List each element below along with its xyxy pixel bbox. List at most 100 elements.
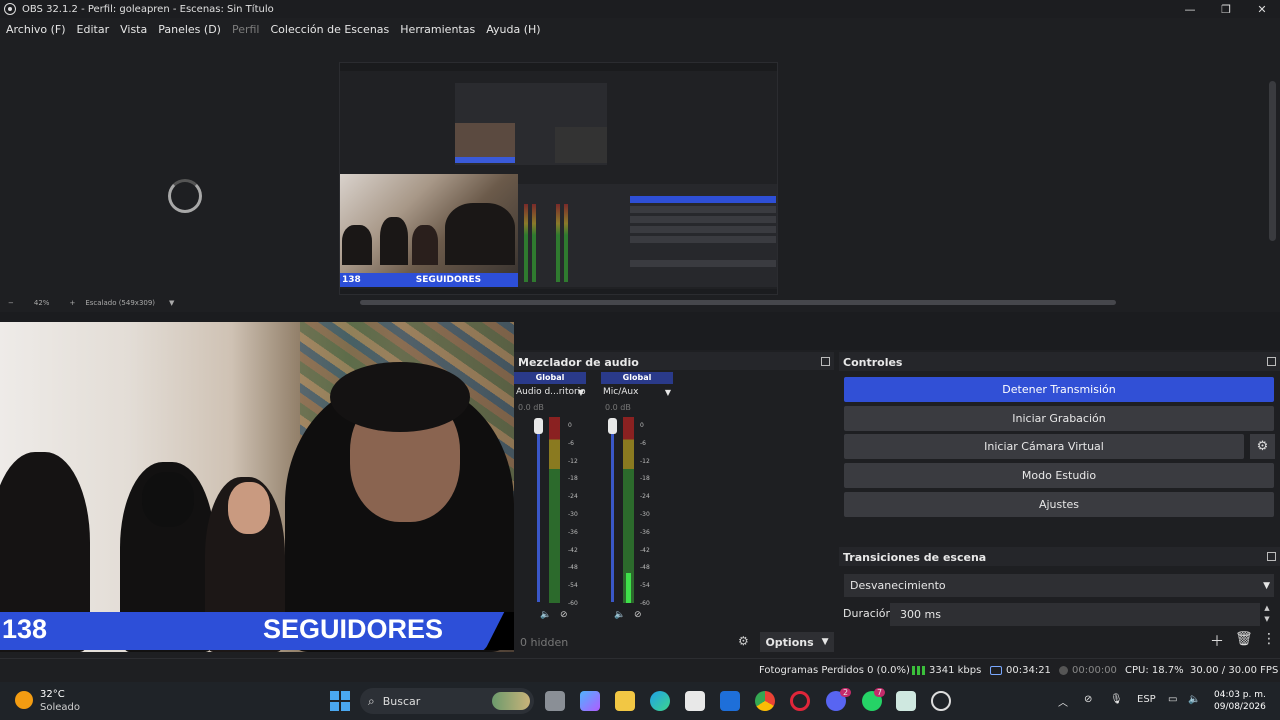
obs-taskbar-icon[interactable] bbox=[931, 691, 951, 711]
language-indicator[interactable]: ESP bbox=[1137, 694, 1156, 705]
remove-transition-icon[interactable]: 🗑 bbox=[1235, 631, 1253, 647]
obs-logo-icon bbox=[4, 3, 16, 15]
volume-slider-desktop[interactable] bbox=[537, 420, 540, 602]
store-icon[interactable] bbox=[685, 691, 705, 711]
clock-time: 04:03 p. m. bbox=[1214, 690, 1266, 700]
menu-tools[interactable]: Herramientas bbox=[400, 23, 475, 36]
file-explorer-icon[interactable] bbox=[615, 691, 635, 711]
channel-dropdown-icon[interactable]: ▼ bbox=[665, 388, 671, 397]
scrollbar-thumb[interactable] bbox=[1269, 81, 1276, 241]
window-title: OBS 32.1.2 - Perfil: goleapren - Escenas… bbox=[22, 3, 274, 15]
nested-follower-label: SEGUIDORES bbox=[415, 275, 482, 285]
microphone-icon[interactable]: 🎙 bbox=[1110, 694, 1123, 705]
monitor-off-icon[interactable]: ⊘ bbox=[634, 610, 642, 620]
meter-tick: -48 bbox=[568, 564, 578, 572]
channel-name[interactable]: Audio d...ritorio ▼ bbox=[514, 387, 586, 397]
transition-select[interactable]: Desvanecimiento ▼ bbox=[844, 574, 1274, 597]
volume-icon[interactable]: 🔈 bbox=[1188, 694, 1200, 705]
nested-meter bbox=[532, 204, 536, 282]
notepad-icon[interactable] bbox=[896, 691, 916, 711]
meter-tick: -12 bbox=[568, 457, 578, 465]
undock-icon[interactable] bbox=[1267, 552, 1276, 561]
add-transition-icon[interactable]: ＋ bbox=[1210, 631, 1224, 651]
record-timer: 00:00:00 bbox=[1059, 665, 1117, 676]
meter-tick: -36 bbox=[640, 528, 650, 536]
settings-button[interactable]: Ajustes bbox=[844, 492, 1274, 517]
stepper-down-icon[interactable]: ▼ bbox=[1260, 614, 1274, 625]
zoom-out-button[interactable]: − bbox=[8, 299, 14, 307]
preview-horizontal-scrollbar[interactable] bbox=[360, 300, 1116, 305]
discord-badge: 2 bbox=[840, 688, 852, 697]
volume-knob-desktop[interactable] bbox=[534, 418, 543, 434]
menu-profile[interactable]: Perfil bbox=[232, 23, 260, 36]
maximize-button[interactable]: ❐ bbox=[1208, 0, 1244, 18]
menu-docks[interactable]: Paneles (D) bbox=[158, 23, 221, 36]
monitor-icon[interactable]: ▭ bbox=[1168, 694, 1177, 705]
start-recording-button[interactable]: Iniciar Grabación bbox=[844, 406, 1274, 431]
speaker-icon[interactable]: 🔈 bbox=[540, 610, 551, 620]
volume-knob-mic[interactable] bbox=[608, 418, 617, 434]
task-view-icon[interactable] bbox=[545, 691, 565, 711]
meter-tick: -36 bbox=[568, 528, 578, 536]
virtual-camera-settings-gear-icon[interactable]: ⚙ bbox=[1250, 434, 1275, 459]
channel-dropdown-icon[interactable]: ▼ bbox=[578, 388, 584, 397]
meter-tick: -24 bbox=[568, 493, 578, 501]
undock-icon[interactable] bbox=[821, 357, 830, 366]
nested-person bbox=[412, 225, 438, 265]
windows-start-icon[interactable] bbox=[330, 691, 350, 711]
stepper-up-icon[interactable]: ▲ bbox=[1260, 603, 1274, 614]
preview-vertical-scrollbar[interactable] bbox=[1266, 41, 1280, 296]
weather-temperature[interactable]: 32°C bbox=[40, 689, 65, 700]
sun-weather-icon[interactable] bbox=[15, 691, 33, 709]
monitor-off-icon[interactable]: ⊘ bbox=[560, 610, 568, 620]
minimize-button[interactable]: — bbox=[1172, 0, 1208, 18]
chrome-icon[interactable] bbox=[755, 691, 775, 711]
copilot-icon[interactable] bbox=[580, 691, 600, 711]
meter-scale: 0 -6 -12 -18 -24 -30 -36 -42 -48 -54 -60 bbox=[568, 417, 578, 613]
undock-icon[interactable] bbox=[1267, 357, 1276, 366]
options-label: Options bbox=[765, 635, 814, 649]
zoom-in-button[interactable]: + bbox=[69, 299, 75, 307]
live-stream-icon bbox=[990, 665, 1002, 675]
hidden-sources-count[interactable]: 0 hidden bbox=[520, 636, 568, 649]
mixer-channel-mic: Global Mic/Aux ▼ 0.0 dB bbox=[601, 372, 673, 412]
network-off-icon[interactable]: ⊘ bbox=[1084, 694, 1092, 705]
stream-time-value: 00:34:21 bbox=[1006, 665, 1051, 676]
taskbar-clock[interactable]: 04:03 p. m. 09/08/2026 bbox=[1214, 689, 1266, 713]
logo-pane bbox=[330, 702, 339, 711]
nested-follower-count: 138 bbox=[342, 275, 361, 285]
channel-name[interactable]: Mic/Aux ▼ bbox=[601, 387, 673, 397]
nested-webcam bbox=[340, 174, 518, 277]
options-button[interactable]: Options ▼ bbox=[760, 632, 834, 652]
weather-condition[interactable]: Soleado bbox=[40, 702, 80, 713]
menu-view[interactable]: Vista bbox=[120, 23, 147, 36]
duration-input[interactable]: 300 ms bbox=[890, 603, 1260, 626]
edge-icon[interactable] bbox=[650, 691, 670, 711]
menu-help[interactable]: Ayuda (H) bbox=[486, 23, 540, 36]
start-virtual-camera-button[interactable]: Iniciar Cámara Virtual bbox=[844, 434, 1244, 459]
duration-stepper[interactable]: ▲ ▼ bbox=[1260, 603, 1274, 626]
meter-tick: -54 bbox=[640, 582, 650, 590]
speaker-icon[interactable]: 🔈 bbox=[614, 610, 625, 620]
studio-mode-button[interactable]: Modo Estudio bbox=[844, 463, 1274, 488]
nested-person bbox=[445, 203, 515, 265]
audio-settings-gear-icon[interactable]: ⚙ bbox=[738, 634, 749, 648]
person-face bbox=[228, 482, 270, 534]
stop-stream-button[interactable]: Detener Transmisión bbox=[844, 377, 1274, 402]
menu-file[interactable]: Archivo (F) bbox=[6, 23, 66, 36]
person-hood bbox=[142, 472, 194, 527]
opera-icon[interactable] bbox=[790, 691, 810, 711]
taskbar-search[interactable]: ⌕ Buscar bbox=[360, 688, 534, 714]
menu-scene-collection[interactable]: Colección de Escenas bbox=[271, 23, 390, 36]
chevron-up-icon[interactable]: ︿ bbox=[1058, 694, 1068, 709]
loading-spinner-icon bbox=[168, 179, 202, 213]
outlook-icon[interactable] bbox=[720, 691, 740, 711]
menu-edit[interactable]: Editar bbox=[77, 23, 110, 36]
nested-control-button bbox=[630, 226, 776, 233]
volume-slider-mic[interactable] bbox=[611, 420, 614, 602]
scale-dropdown-icon[interactable]: ▼ bbox=[169, 299, 174, 307]
title-bar: OBS 32.1.2 - Perfil: goleapren - Escenas… bbox=[0, 0, 1280, 18]
close-button[interactable]: ✕ bbox=[1244, 0, 1280, 18]
more-options-icon[interactable]: ⋮ bbox=[1262, 631, 1276, 647]
nested-menu-bar bbox=[340, 71, 777, 77]
